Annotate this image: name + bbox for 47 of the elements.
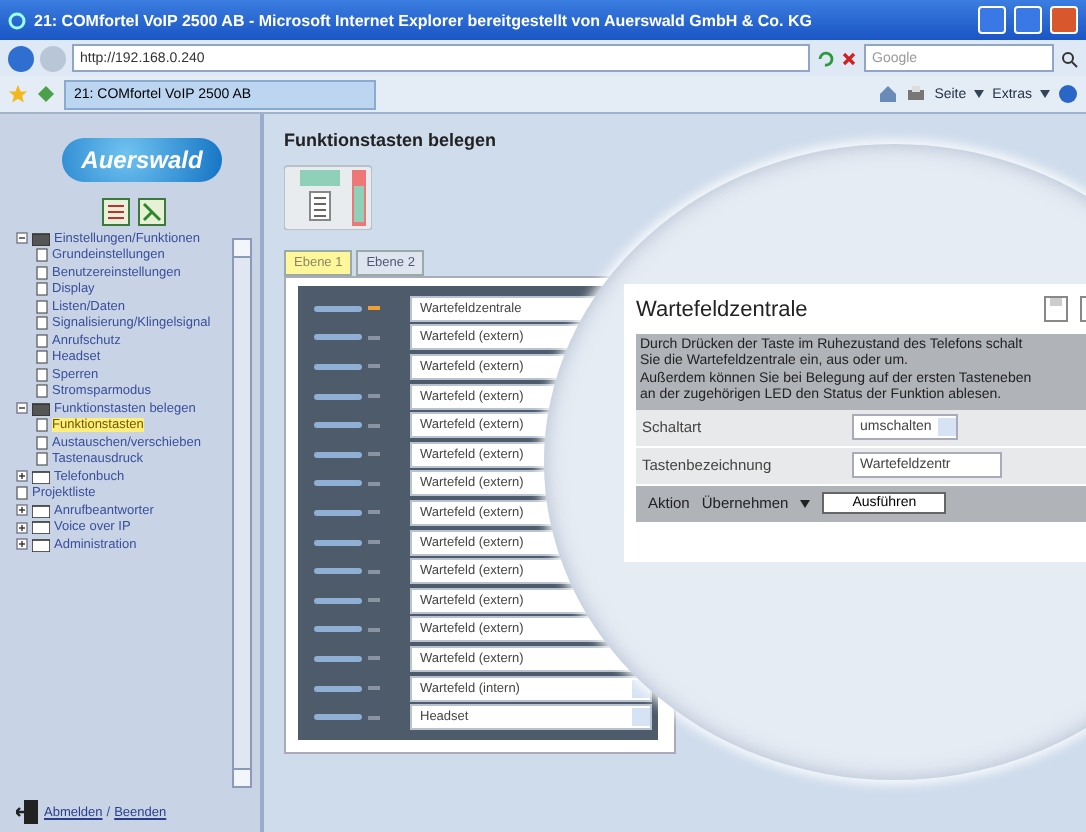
scrollbar[interactable] bbox=[232, 238, 252, 788]
key-bar bbox=[314, 714, 362, 721]
key-bar bbox=[314, 451, 362, 458]
logo: Auerswald bbox=[61, 138, 223, 182]
folder-icon bbox=[32, 401, 50, 416]
caret-icon bbox=[974, 90, 985, 98]
minimize-button[interactable] bbox=[978, 6, 1006, 34]
key-bar bbox=[314, 393, 362, 400]
printer-icon bbox=[906, 84, 927, 104]
page-icon bbox=[16, 486, 28, 501]
expand-toggle[interactable] bbox=[16, 521, 28, 534]
key-bar bbox=[314, 480, 362, 487]
key-bar bbox=[314, 655, 362, 662]
key-bar bbox=[314, 685, 362, 692]
expand-toggle[interactable] bbox=[16, 504, 28, 517]
key-bar bbox=[314, 626, 362, 633]
collapse-toggle[interactable] bbox=[16, 402, 28, 415]
maximize-button[interactable] bbox=[1014, 6, 1042, 34]
key-bar bbox=[314, 568, 362, 575]
key-bar bbox=[314, 597, 362, 604]
list-icon bbox=[102, 198, 130, 226]
expand-toggle[interactable] bbox=[16, 470, 28, 483]
search-icon bbox=[1060, 49, 1078, 67]
caret-icon bbox=[1040, 90, 1050, 98]
close-icon bbox=[840, 49, 858, 67]
star-icon bbox=[8, 84, 28, 104]
home-icon bbox=[878, 84, 899, 104]
exit-door-icon bbox=[16, 800, 40, 824]
key-bar bbox=[314, 334, 362, 341]
key-bar bbox=[314, 305, 362, 312]
key-bar bbox=[314, 539, 362, 546]
desk-phone-drawing bbox=[284, 162, 372, 230]
key-bar bbox=[314, 509, 362, 516]
caret-icon bbox=[800, 499, 811, 508]
map-icon bbox=[138, 198, 166, 226]
expand-toggle[interactable] bbox=[16, 538, 28, 551]
close-button[interactable] bbox=[1050, 6, 1078, 34]
key-bar bbox=[314, 422, 362, 429]
window-title: 21: COMfortel VoIP 2500 AB - Microsoft Internet Explorer bereitgestellt von Auerswald GmbH & Co. KG bbox=[34, 11, 814, 29]
page-heading: Funktionstasten belegen bbox=[284, 130, 499, 150]
folder-icon bbox=[32, 469, 50, 484]
refresh-icon bbox=[816, 49, 834, 67]
back-button[interactable] bbox=[8, 45, 34, 71]
save-icon bbox=[1044, 296, 1068, 322]
key-bar bbox=[314, 363, 362, 370]
collapse-toggle[interactable] bbox=[16, 232, 28, 245]
folder-icon bbox=[32, 231, 50, 246]
